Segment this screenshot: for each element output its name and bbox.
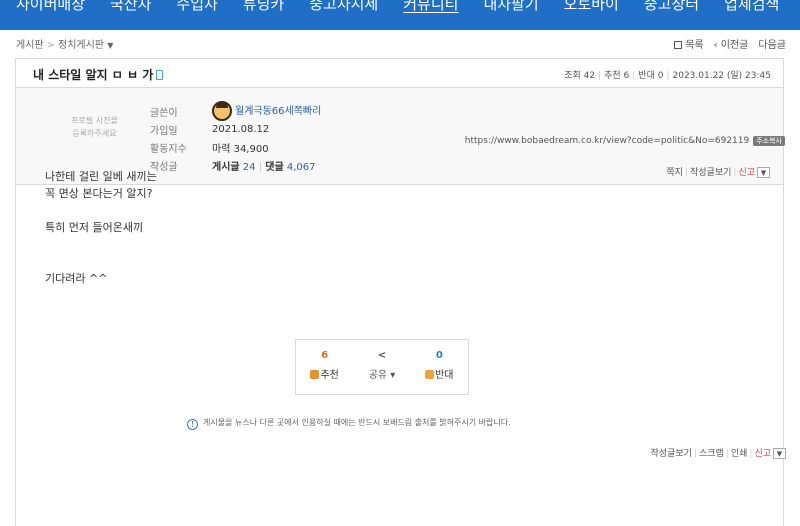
nav-item[interactable]: 국산차 xyxy=(110,0,151,14)
recommend-count: 추천 6 xyxy=(604,71,630,81)
author-nickname-link[interactable]: 월계극동66세쪽빠리 xyxy=(212,101,321,121)
activity-row: 활동지수 마력 34,900 xyxy=(150,138,321,156)
view-posts-link[interactable]: 작성글보기 xyxy=(690,168,731,178)
photo-placeholder-line2: 등록하주세요 xyxy=(72,129,117,138)
nav-item[interactable]: 수입차 xyxy=(176,0,217,14)
post-body-line: 특히 먼저 들어온새끼 xyxy=(45,221,144,234)
joined-date: 2021.08.12 xyxy=(212,123,270,135)
notice-text: 게시물을 뉴스나 다른 곳에서 인용하실 때에는 반드시 보배드림 출처를 밝혀… xyxy=(203,418,511,427)
post-body-line: 나한테 걸린 일베 새끼는 xyxy=(45,170,157,183)
citation-notice: ! 게시물을 뉴스나 다른 곳에서 인용하실 때에는 반드시 보배드림 출처를 밝… xyxy=(187,417,511,430)
author-label: 글쓴이 xyxy=(150,107,178,119)
author-actions: 쪽지 | 작성글보기 | 신고 ▼ xyxy=(666,165,770,178)
report-link[interactable]: 신고 xyxy=(738,168,755,178)
thumbs-up-icon xyxy=(310,370,320,379)
post-meta: 조회 42 | 추천 6 | 반대 0 | 2023.01.22 (일) 23:45 xyxy=(564,71,772,81)
photo-placeholder-line1: 프로필 사진을 xyxy=(71,116,118,125)
posts-row: 작성글 게시글 24 | 댓글 4,067 xyxy=(150,156,321,174)
share-label: 공유 ▾ xyxy=(368,370,396,381)
message-link[interactable]: 쪽지 xyxy=(666,168,683,178)
breadcrumb-root[interactable]: 게시판 xyxy=(16,40,44,51)
post-body-line: 꼭 면상 본다는거 알지? xyxy=(45,187,153,200)
recommend-label: 추천 xyxy=(320,370,339,381)
nav-menu: 사이버매장 국산차 수입차 튜닝카 중고차시세 커뮤니티 내차팔기 오토바이 중고장터 업체검색 xyxy=(16,0,800,14)
post-title: 내 스타일 알지 ㅁ ㅂ 가 xyxy=(33,66,164,83)
avatar-icon xyxy=(212,101,232,121)
breadcrumb: 게시판 > 정치게시판 ▼ xyxy=(16,36,113,51)
footer-view-posts-link[interactable]: 작성글보기 xyxy=(650,449,691,459)
info-icon: ! xyxy=(187,419,198,430)
posts-prefix: 게시글 xyxy=(212,161,240,173)
oppose-label: 반대 xyxy=(435,370,454,381)
post-body-line xyxy=(45,236,157,253)
posts-label: 작성글 xyxy=(150,161,178,173)
post-title-text: 내 스타일 알지 ㅁ ㅂ 가 xyxy=(33,68,154,82)
top-navigation: 사이버매장 국산차 수입차 튜닝카 중고차시세 커뮤니티 내차팔기 오토바이 중고장터 업체검색 xyxy=(0,0,800,30)
dropdown-arrow-icon[interactable]: ▼ xyxy=(107,41,113,50)
recommend-button[interactable]: 6 추천 xyxy=(296,340,353,394)
view-count: 조회 42 xyxy=(564,71,596,81)
author-name-row: 글쓴이 월계극동66세쪽빠리 xyxy=(150,101,321,121)
comments-prefix: 댓글 xyxy=(265,161,284,173)
print-link[interactable]: 인쇄 xyxy=(731,449,748,459)
nav-item[interactable]: 커뮤니티 xyxy=(403,0,458,14)
vote-box: 6 추천 < 공유 ▾ 0 반대 xyxy=(295,339,469,395)
footer-dropdown-icon[interactable]: ▼ xyxy=(773,448,786,459)
footer-report-link[interactable]: 신고 xyxy=(754,449,771,459)
post-datetime: 2023.01.22 (일) 23:45 xyxy=(672,71,772,81)
oppose-button[interactable]: 0 반대 xyxy=(411,340,468,394)
nav-item[interactable]: 오토바이 xyxy=(564,0,619,14)
dropdown-icon[interactable]: ▼ xyxy=(757,167,770,178)
nav-item[interactable]: 중고차시세 xyxy=(309,0,378,14)
oppose-count: 반대 0 xyxy=(638,71,664,81)
comments-count[interactable]: 4,067 xyxy=(287,162,316,173)
nav-item[interactable]: 사이버매장 xyxy=(16,0,85,14)
mobile-icon xyxy=(156,70,164,80)
joined-row: 가입일 2021.08.12 xyxy=(150,120,321,138)
list-button[interactable]: 목록 xyxy=(674,36,704,51)
post-body-line xyxy=(45,253,157,270)
post-footer-actions: 작성글보기 | 스크랩 | 인쇄 | 신고 ▼ xyxy=(650,446,786,459)
nav-item[interactable]: 중고장터 xyxy=(644,0,699,14)
share-button[interactable]: < 공유 ▾ xyxy=(353,340,410,394)
joined-label: 가입일 xyxy=(150,125,178,137)
oppose-number: 0 xyxy=(435,350,443,361)
nav-item[interactable]: 업체검색 xyxy=(724,0,779,14)
breadcrumb-separator: > xyxy=(46,40,55,51)
copy-url-button[interactable]: 주소복사 xyxy=(753,136,785,146)
breadcrumb-board[interactable]: 정치게시판 xyxy=(58,40,104,51)
list-icon xyxy=(674,41,683,49)
share-icon: < xyxy=(377,350,387,361)
post-body-line xyxy=(45,202,157,219)
thumbs-down-icon xyxy=(425,370,435,379)
profile-photo-placeholder: 프로필 사진을 등록하주세요 xyxy=(62,114,127,142)
nav-item[interactable]: 내차팔기 xyxy=(483,0,538,14)
author-nickname: 월계극동66세쪽빠리 xyxy=(235,106,322,117)
post-body: 나한테 걸린 일베 새끼는꼭 면상 본다는거 알지? 특히 먼저 들어온새끼기다려… xyxy=(45,168,157,287)
list-label: 목록 xyxy=(685,40,704,51)
post-url-text: https://www.bobaedream.co.kr/view?code=p… xyxy=(464,136,750,146)
activity-value: 마력 34,900 xyxy=(212,143,269,155)
board-navigation: 목록 ‹ 이전글 다음글 xyxy=(674,36,786,51)
author-details: 글쓴이 월계극동66세쪽빠리 가입일 2021.08.12 활동지수 마력 34… xyxy=(150,101,321,174)
recommend-number: 6 xyxy=(321,350,329,361)
next-post-link[interactable]: 다음글 xyxy=(758,36,786,51)
scrap-link[interactable]: 스크랩 xyxy=(699,449,724,459)
post-url: https://www.bobaedream.co.kr/view?code=p… xyxy=(465,136,785,146)
prev-post-link[interactable]: ‹ 이전글 xyxy=(714,36,749,51)
activity-label: 활동지수 xyxy=(150,143,187,155)
post-body-line: 기다려라 ^^ xyxy=(45,272,108,285)
post-header: 내 스타일 알지 ㅁ ㅂ 가 조회 42 | 추천 6 | 반대 0 | 2023.01.2… xyxy=(16,59,783,88)
posts-count[interactable]: 24 xyxy=(243,162,256,173)
nav-item[interactable]: 튜닝카 xyxy=(243,0,284,14)
